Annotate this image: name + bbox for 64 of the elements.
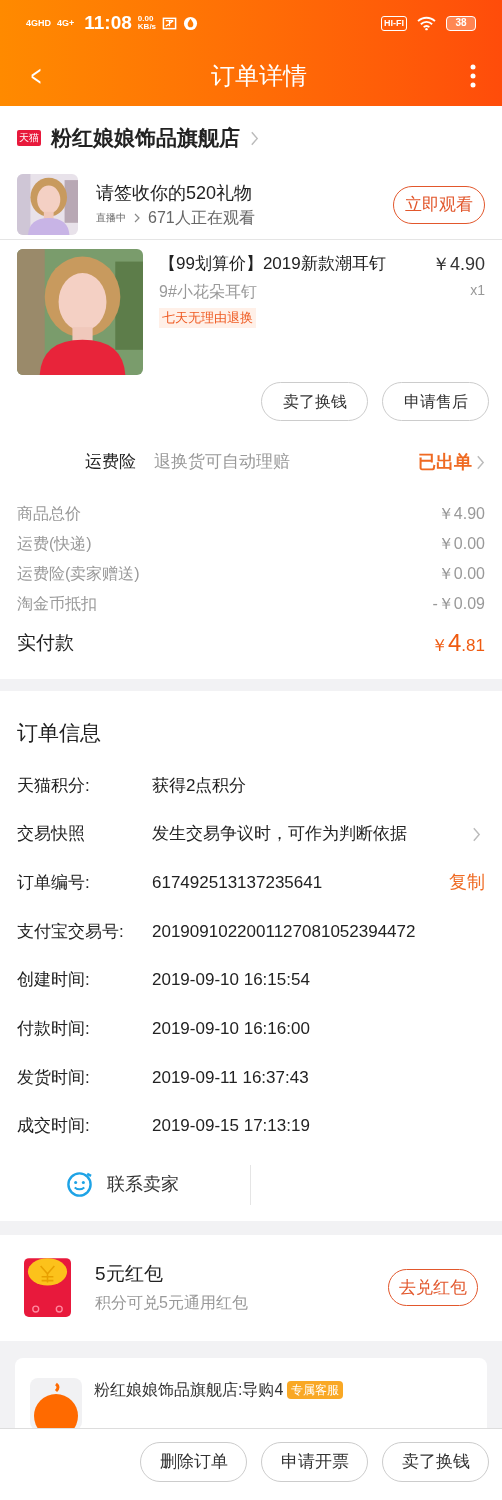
voucher-title: 5元红包 — [95, 1261, 164, 1286]
envelope-coin-icon — [24, 1258, 71, 1317]
product-price: ￥4.90 — [431, 253, 485, 276]
info-value: 2019091022001127081052394472 — [152, 920, 417, 943]
chevron-right-icon[interactable] — [250, 130, 259, 146]
action-button[interactable]: 卖了换钱 — [382, 1441, 489, 1482]
chevron-right-icon — [476, 454, 485, 470]
product-variant: 9#小花朵耳钉 — [159, 282, 257, 302]
total-label: 实付款 — [17, 630, 74, 655]
wifi-icon — [417, 15, 436, 31]
cost-value: ￥4.90 — [437, 504, 485, 524]
cost-label: 运费(快递) — [17, 534, 92, 554]
product-quantity: x1 — [470, 281, 485, 300]
action-button[interactable]: 申请开票 — [261, 1441, 368, 1482]
flame-icon — [183, 15, 199, 31]
info-label: 发货时间: — [17, 1066, 91, 1089]
product-title[interactable]: 【99划算价】2019新款潮耳钉 — [159, 251, 386, 278]
more-menu-icon[interactable] — [470, 64, 476, 88]
live-status: 直播中 — [96, 211, 126, 225]
insurance-description: 退换货可自动理赔 — [154, 451, 291, 474]
info-label: 支付宝交易号: — [17, 920, 125, 943]
info-value: 617492513137235641 — [152, 871, 324, 894]
store-name[interactable]: 粉红娘娘饰品旗舰店 — [51, 122, 240, 154]
cost-value: ￥0.00 — [437, 564, 485, 584]
return-policy-tag: 七天无理由退换 — [159, 308, 256, 328]
viewer-count: 671人正在观看 — [148, 207, 255, 228]
page-title: 订单详情 — [210, 61, 308, 91]
info-label: 付款时间: — [17, 1018, 91, 1041]
voucher-subtitle: 积分可兑5元通用红包 — [95, 1292, 249, 1313]
cost-value: -￥0.09 — [432, 594, 485, 614]
info-value: 获得2点积分 — [152, 774, 248, 797]
info-value: 2019-09-10 16:16:00 — [152, 1018, 311, 1041]
info-label: 交易快照 — [17, 823, 86, 846]
network-label: 4G+ — [57, 18, 75, 28]
cost-label: 商品总价 — [17, 504, 81, 524]
chevron-right-icon[interactable] — [472, 826, 481, 842]
battery-icon: 38 — [446, 15, 476, 31]
info-label: 创建时间: — [17, 969, 91, 992]
network-speed: 0.00 KB/s — [137, 15, 157, 31]
info-value: 2019-09-15 17:13:19 — [152, 1115, 311, 1138]
info-label: 成交时间: — [17, 1115, 91, 1138]
tmall-badge: 天猫 — [17, 130, 41, 146]
mascot-avatar-icon — [30, 1377, 82, 1430]
service-tag: 专属客服 — [287, 1380, 344, 1399]
info-value: 2019-09-11 16:37:43 — [152, 1066, 310, 1089]
network-label: 4GHD — [26, 18, 51, 28]
info-label: 订单编号: — [17, 871, 91, 894]
service-name: 粉红娘娘饰品旗舰店:导购4 — [94, 1379, 284, 1400]
smiley-chat-icon — [66, 1171, 93, 1198]
status-time: 11:08 — [84, 10, 132, 35]
total-amount: ￥4.81 — [431, 628, 485, 658]
contact-seller-button[interactable]: 联系卖家 — [0, 1164, 251, 1205]
insurance-label: 运费险 — [85, 451, 136, 474]
info-value: 发生交易争议时，可作为判断依据 — [152, 823, 408, 846]
chevron-right-icon — [134, 212, 140, 223]
cost-label: 运费险(卖家赠送) — [17, 564, 140, 584]
info-label: 天猫积分: — [17, 774, 91, 797]
live-title: 请签收你的520礼物 — [96, 181, 254, 205]
section-title: 订单信息 — [16, 720, 102, 747]
cost-value: ￥0.00 — [437, 534, 485, 554]
info-value: 2019-09-10 16:15:54 — [152, 969, 311, 992]
hifi-badge: HI-FI — [381, 15, 407, 31]
cost-label: 淘金币抵扣 — [17, 594, 97, 614]
action-button[interactable]: 删除订单 — [140, 1441, 247, 1482]
